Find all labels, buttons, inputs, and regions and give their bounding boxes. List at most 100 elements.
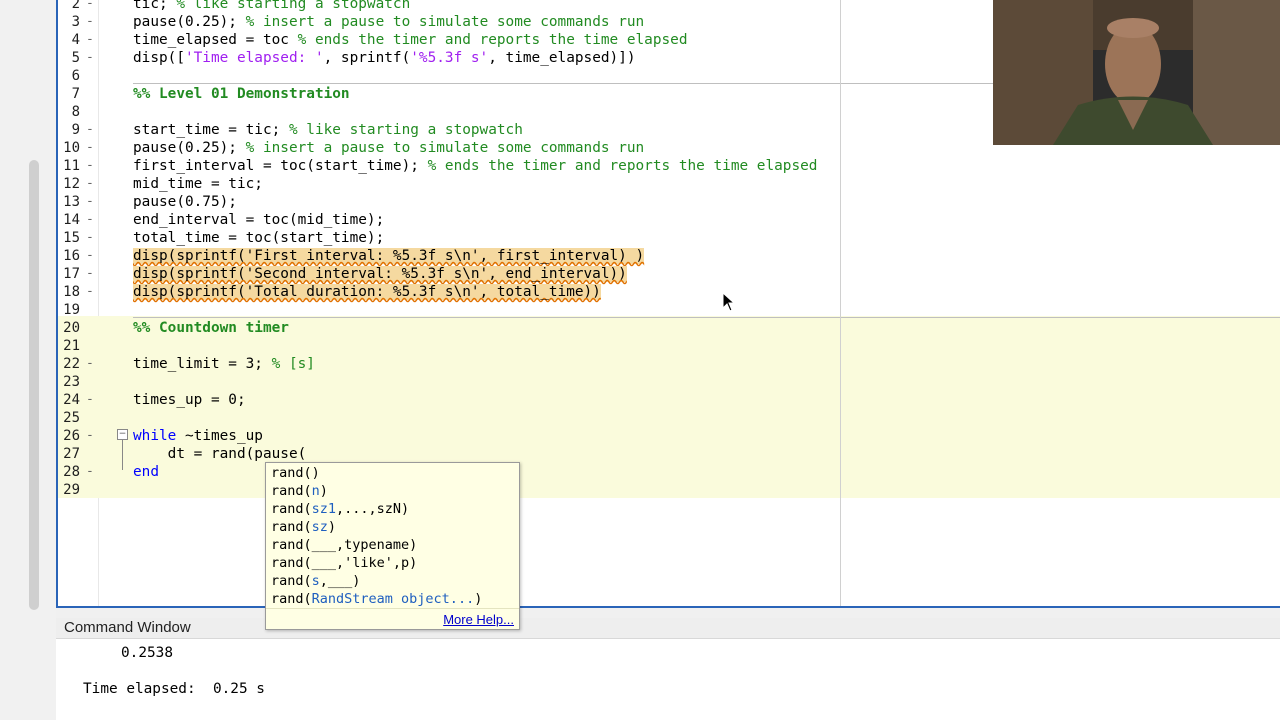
code-line[interactable]: dt = rand(pause( (133, 445, 307, 463)
breakpoint-marker[interactable]: - (86, 31, 94, 49)
code-token: start_time = tic; (133, 122, 289, 138)
line-number: 27 (63, 446, 80, 462)
hint-token: sz (311, 519, 328, 535)
fold-guide (122, 440, 123, 470)
code-token: total_time = toc(start_time); (133, 230, 385, 246)
code-token: %% Countdown timer (133, 320, 289, 336)
code-line[interactable]: pause(0.25); % insert a pause to simulat… (133, 139, 644, 157)
line-number: 6 (71, 68, 80, 84)
line-number: 14 (63, 212, 80, 228)
breakpoint-marker[interactable]: - (86, 247, 94, 265)
hint-item[interactable]: rand() (271, 464, 320, 482)
breakpoint-marker[interactable]: - (86, 391, 94, 409)
breakpoint-marker[interactable]: - (86, 229, 94, 247)
code-line[interactable]: %% Countdown timer (133, 319, 289, 337)
webcam-overlay (993, 0, 1280, 145)
breakpoint-marker[interactable]: - (86, 427, 94, 445)
hint-token: n (311, 483, 320, 499)
code-token: end (133, 464, 159, 480)
code-token: first_interval = toc(start_time); (133, 158, 428, 174)
code-token: mid_time = tic; (133, 176, 263, 192)
command-window-body[interactable]: 0.2538 Time elapsed: 0.25 s (56, 639, 1280, 720)
breakpoint-marker[interactable]: - (86, 157, 94, 175)
breakpoint-marker[interactable]: - (86, 0, 94, 13)
code-line[interactable]: mid_time = tic; (133, 175, 263, 193)
code-line[interactable]: first_interval = toc(start_time); % ends… (133, 157, 817, 175)
line-number: 11 (63, 158, 80, 174)
hint-item[interactable]: rand(___,typename) (271, 536, 417, 554)
hint-token: rand(___,'like',p) (271, 555, 418, 571)
fold-toggle-icon[interactable]: − (117, 429, 128, 440)
line-number: 26 (63, 428, 80, 444)
hint-item[interactable]: rand(sz) (271, 518, 336, 536)
function-hint-popup: rand() rand(n) rand(sz1,...,szN) rand(sz) ra… (265, 462, 520, 630)
hint-token: ,...,szN) (336, 501, 410, 517)
code-line[interactable]: tic; % like starting a stopwatch (133, 0, 410, 13)
code-line[interactable]: while ~times_up (133, 427, 263, 445)
command-output-line: 0.2538 (121, 645, 173, 661)
code-token: disp(sprintf('Total duration: %5.3f s\n'… (133, 284, 601, 300)
line-number: 16 (63, 248, 80, 264)
line-number: 10 (63, 140, 80, 156)
code-line[interactable]: disp(sprintf('Total duration: %5.3f s\n'… (133, 283, 601, 301)
mouse-pointer-icon (722, 292, 736, 312)
line-number: 22 (63, 356, 80, 372)
line-number: 5 (71, 50, 80, 66)
line-number: 18 (63, 284, 80, 300)
hint-item[interactable]: rand(sz1,...,szN) (271, 500, 409, 518)
code-token: disp(sprintf('Second interval: %5.3f s\n… (133, 266, 627, 282)
command-window-title: Command Window (64, 619, 191, 636)
breakpoint-marker[interactable]: - (86, 139, 94, 157)
code-line[interactable]: start_time = tic; % like starting a stop… (133, 121, 523, 139)
line-number: 29 (63, 482, 80, 498)
hint-item[interactable]: rand(n) (271, 482, 328, 500)
line-number: 23 (63, 374, 80, 390)
breakpoint-marker[interactable]: - (86, 121, 94, 139)
code-token: disp(sprintf('First interval: %5.3f s\n'… (133, 248, 645, 264)
code-line[interactable]: disp(['Time elapsed: ', sprintf('%5.3f s… (133, 49, 636, 67)
code-token: disp([ (133, 50, 185, 66)
breakpoint-marker[interactable]: - (86, 211, 94, 229)
hint-token: ) (327, 519, 337, 535)
code-line[interactable]: end_interval = toc(mid_time); (133, 211, 384, 229)
code-token: pause(0.25); (133, 140, 246, 156)
breakpoint-marker[interactable]: - (86, 355, 94, 373)
cell-divider (133, 317, 1280, 318)
breakpoint-marker[interactable]: - (86, 463, 94, 481)
line-number: 13 (63, 194, 80, 210)
more-help-link[interactable]: More Help... (443, 612, 514, 627)
line-number: 8 (71, 104, 80, 120)
hint-token: ,___) (319, 573, 361, 589)
line-number: 17 (63, 266, 80, 282)
code-line[interactable]: times_up = 0; (133, 391, 246, 409)
code-line[interactable]: total_time = toc(start_time); (133, 229, 384, 247)
breakpoint-marker[interactable]: - (86, 49, 94, 67)
webcam-image (993, 0, 1280, 145)
code-token: % insert a pause to simulate some comman… (245, 14, 645, 30)
breakpoint-marker[interactable]: - (86, 13, 94, 31)
code-line[interactable]: time_limit = 3; % [s] (133, 355, 315, 373)
hint-token: rand(___,typename) (271, 537, 418, 553)
breakpoint-marker[interactable]: - (86, 283, 94, 301)
code-token: pause(0.75); (133, 194, 237, 210)
code-line[interactable]: time_elapsed = toc % ends the timer and … (133, 31, 688, 49)
hint-item[interactable]: rand(s,___) (271, 572, 360, 590)
code-line[interactable]: pause(0.25); % insert a pause to simulat… (133, 13, 644, 31)
code-token: while (133, 428, 177, 444)
breakpoint-marker[interactable]: - (86, 193, 94, 211)
hint-token: rand() (271, 465, 320, 481)
code-token: % insert a pause to simulate some comman… (245, 140, 645, 156)
hint-item[interactable]: rand(___,'like',p) (271, 554, 417, 572)
breakpoint-marker[interactable]: - (86, 265, 94, 283)
code-line[interactable]: disp(sprintf('Second interval: %5.3f s\n… (133, 265, 627, 283)
code-token: , sprintf( (323, 50, 411, 66)
code-token: % ends the timer and reports the time el… (297, 32, 688, 48)
code-line[interactable]: end (133, 463, 159, 481)
hint-item[interactable]: rand(RandStream object...) (271, 590, 482, 608)
code-line[interactable]: pause(0.75); (133, 193, 237, 211)
breakpoint-marker[interactable]: - (86, 175, 94, 193)
code-token: dt = rand(pause( (133, 446, 307, 462)
code-line[interactable]: disp(sprintf('First interval: %5.3f s\n'… (133, 247, 645, 265)
code-line[interactable]: %% Level 01 Demonstration (133, 85, 350, 103)
line-number: 4 (71, 32, 80, 48)
